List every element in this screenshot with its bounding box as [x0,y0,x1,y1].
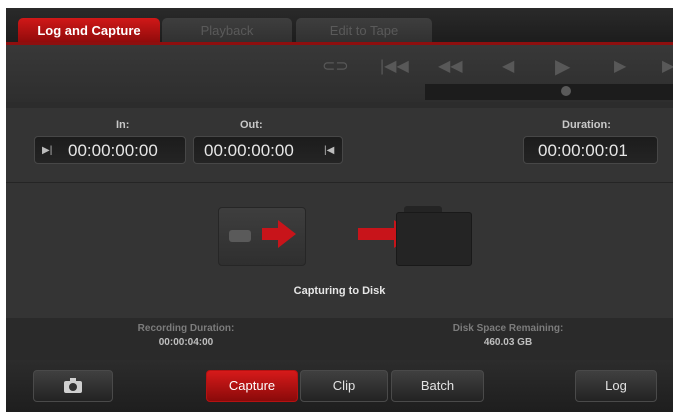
capture-button[interactable]: Capture [206,370,298,402]
log-button[interactable]: Log [575,370,657,402]
tape-slot-icon [229,230,251,242]
in-timecode-value: 00:00:00:00 [68,141,158,160]
out-label: Out: [240,119,263,131]
play-icon[interactable]: ▶ [555,54,570,79]
mark-out-icon[interactable]: |◀ [324,137,334,165]
camera-icon [64,377,82,393]
recording-duration-label: Recording Duration: [137,323,235,334]
tab-edit-to-tape[interactable]: Edit to Tape [296,18,432,44]
duration-timecode-value: 00:00:00:01 [538,141,628,160]
fast-forward-icon[interactable]: ▶ [662,56,673,76]
duration-timecode-field: 00:00:00:01 [523,136,658,164]
disk-folder-icon [396,212,472,266]
disk-space-value: 460.03 GB [483,337,533,348]
step-forward-icon[interactable]: ▶ [614,56,626,76]
tab-playback[interactable]: Playback [162,18,292,44]
recording-duration-value: 00:00:04:00 [158,337,214,348]
out-timecode-field[interactable]: 00:00:00:00 |◀ [193,136,343,164]
arrow-right-icon [262,220,296,248]
mark-in-icon[interactable]: ▶| [42,137,52,165]
step-back-icon[interactable]: ◀ [502,56,514,76]
out-timecode-value: 00:00:00:00 [204,141,294,160]
batch-button[interactable]: Batch [391,370,484,402]
jump-to-start-icon[interactable]: |◀◀ [380,56,409,76]
loop-icon[interactable]: ⊂⊃ [322,56,349,76]
jog-scrub-bar[interactable] [425,84,673,100]
disk-space-label: Disk Space Remaining: [452,323,564,334]
in-timecode-field[interactable]: ▶| 00:00:00:00 [34,136,186,164]
in-label: In: [116,119,130,131]
tab-log-and-capture[interactable]: Log and Capture [18,18,160,44]
rewind-icon[interactable]: ◀◀ [438,56,463,76]
duration-label: Duration: [562,119,611,131]
snapshot-button[interactable] [33,370,113,402]
capture-status-text: Capturing to Disk [293,285,386,297]
jog-scrub-handle[interactable] [561,86,571,96]
clip-button[interactable]: Clip [300,370,388,402]
capture-status-area [6,183,673,318]
